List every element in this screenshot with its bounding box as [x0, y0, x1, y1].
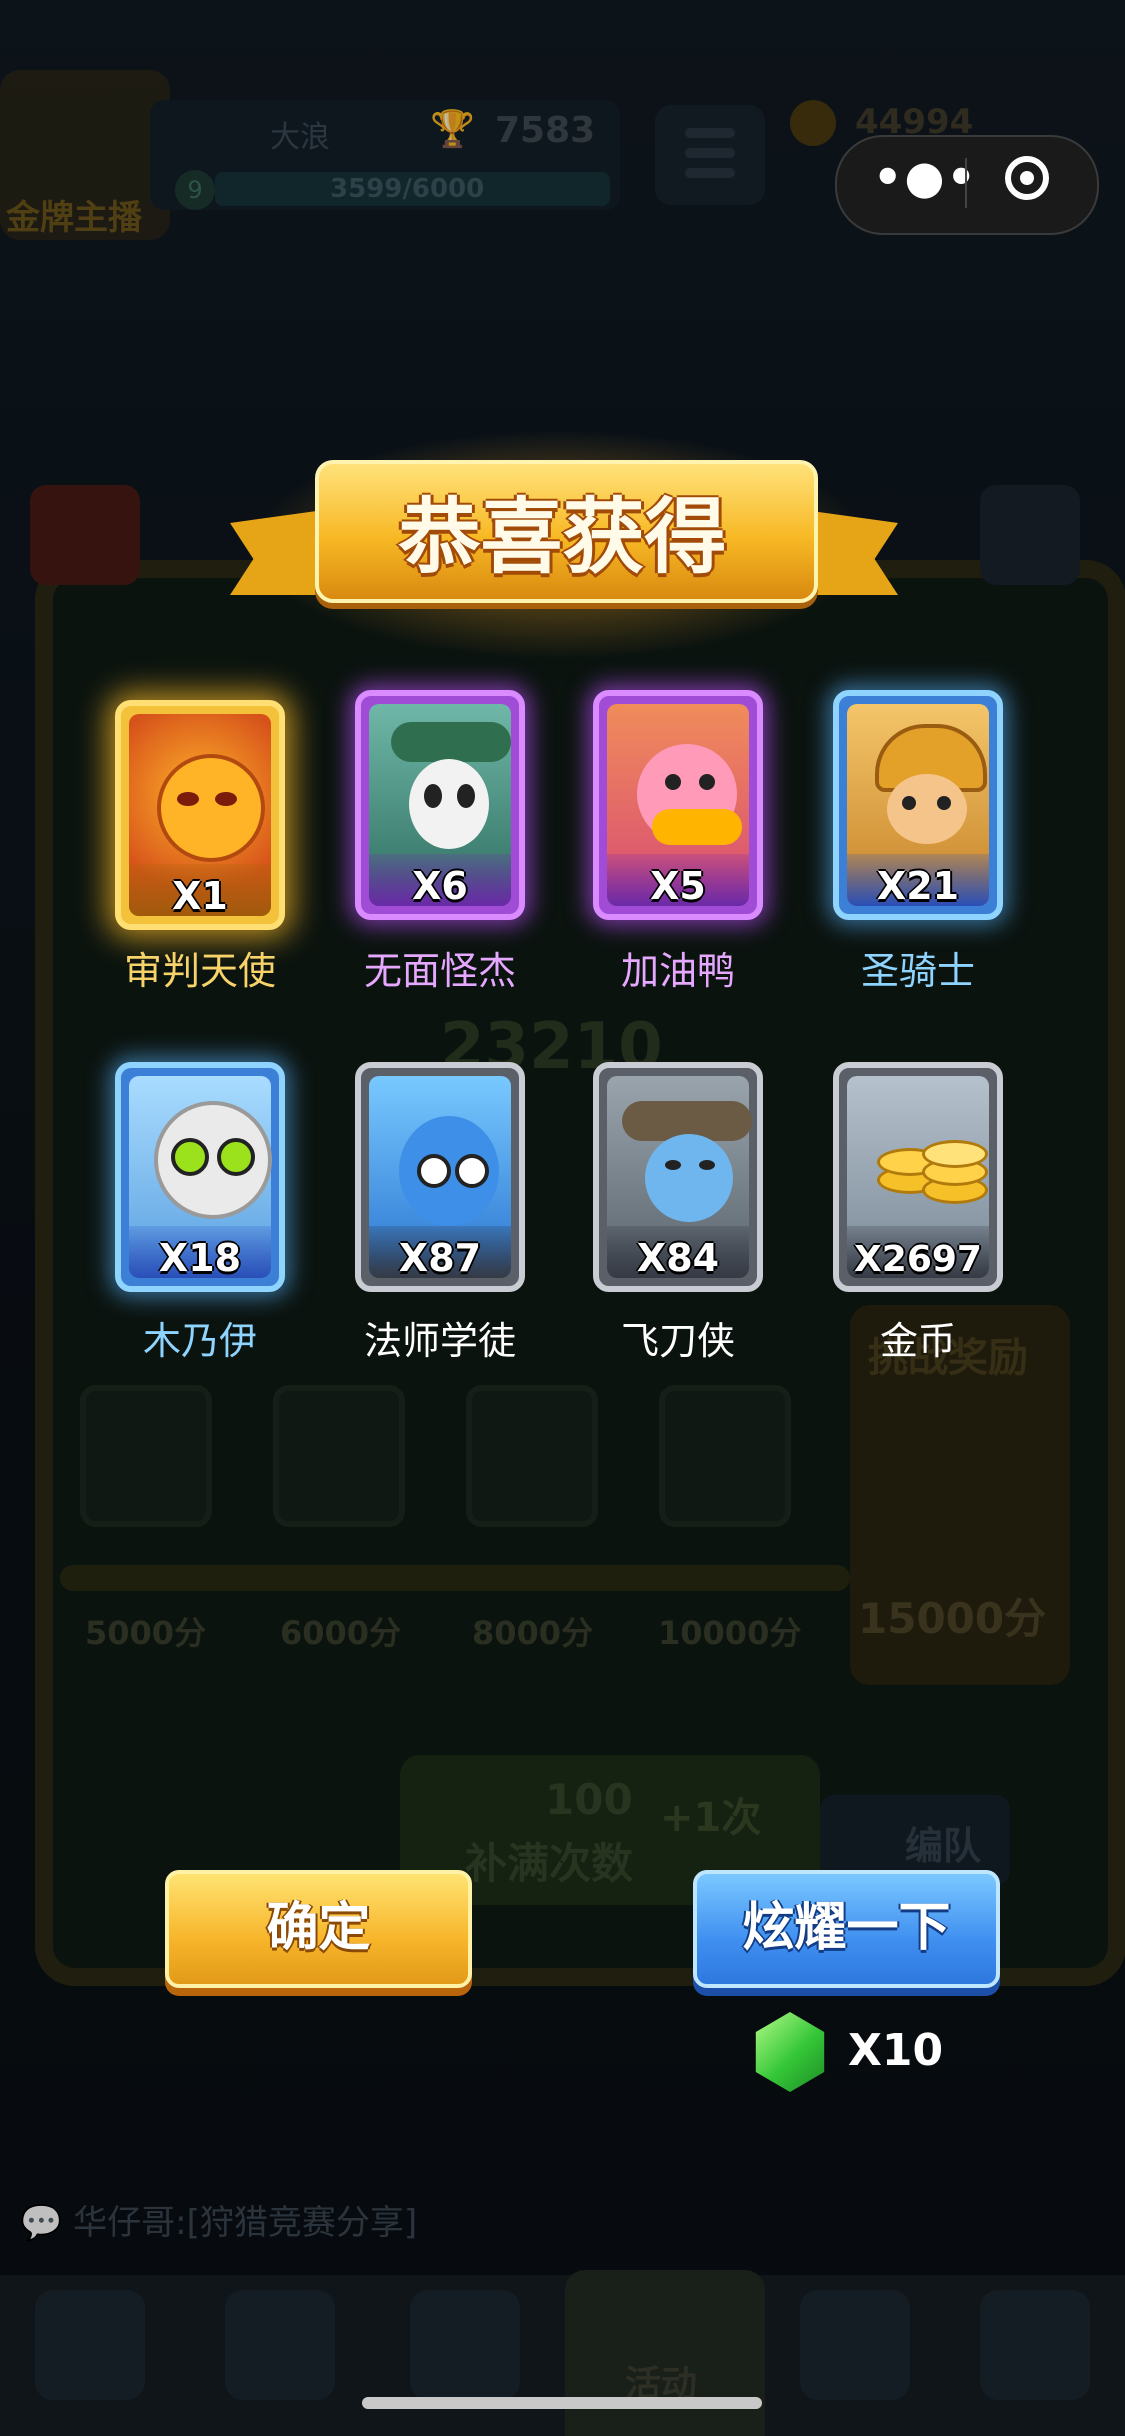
- reward-name: 木乃伊: [142, 1319, 257, 1363]
- popup-title: 恭喜获得: [398, 490, 727, 585]
- reward-count: X2697: [854, 1239, 982, 1280]
- confirm-button[interactable]: 确定: [165, 1870, 472, 1988]
- reward-card: X87: [355, 1062, 525, 1292]
- character-eye: [902, 796, 916, 810]
- hat-shape: [391, 722, 511, 762]
- reward-name: 审判天使: [123, 949, 276, 993]
- reward-card: X84: [593, 1062, 763, 1292]
- reward-count: X84: [636, 1236, 720, 1280]
- reward-count: X21: [876, 864, 960, 908]
- character-eye: [455, 1154, 489, 1188]
- character-eye: [457, 784, 475, 808]
- character-face: [409, 759, 489, 849]
- reward-name: 加油鸭: [620, 949, 735, 993]
- character-eye: [417, 1154, 451, 1188]
- character-eye: [699, 1160, 715, 1170]
- capsule-divider: [965, 158, 967, 208]
- more-dots-icon[interactable]: •●•: [873, 150, 978, 204]
- reward-name: 无面怪杰: [363, 949, 516, 993]
- character-eye: [937, 796, 951, 810]
- reward-name: 法师学徒: [363, 1319, 516, 1363]
- reward-count: X1: [172, 874, 228, 918]
- character-eye: [177, 792, 199, 806]
- character-eye: [217, 1138, 255, 1176]
- reward-name: 飞刀侠: [620, 1319, 735, 1363]
- coin-stack-icon: [922, 1140, 988, 1168]
- character-eye: [171, 1138, 209, 1176]
- share-button[interactable]: 炫耀一下: [693, 1870, 1000, 1988]
- character-eye: [699, 774, 715, 790]
- reward-count: X18: [158, 1236, 242, 1280]
- target-close-icon[interactable]: [1005, 156, 1049, 200]
- reward-card: X2697: [833, 1062, 1003, 1292]
- reward-card: X6: [355, 690, 525, 920]
- character-face: [645, 1134, 733, 1222]
- share-gem-reward: X10: [848, 2025, 944, 2076]
- reward-name: 圣骑士: [860, 949, 975, 993]
- home-indicator[interactable]: [362, 2397, 762, 2409]
- character-eye: [215, 792, 237, 806]
- character-eye: [665, 1160, 681, 1170]
- reward-count: X87: [398, 1236, 482, 1280]
- character-eye: [424, 784, 442, 808]
- duck-beak: [652, 809, 742, 845]
- reward-name: 金币: [879, 1319, 956, 1363]
- character-face: [157, 754, 265, 862]
- reward-card: X18: [115, 1062, 285, 1292]
- character-eye: [665, 774, 681, 790]
- reward-card: X1: [115, 700, 285, 930]
- reward-count: X5: [650, 864, 706, 908]
- reward-count: X6: [412, 864, 468, 908]
- reward-card: X21: [833, 690, 1003, 920]
- character-face: [887, 774, 967, 844]
- reward-card: X5: [593, 690, 763, 920]
